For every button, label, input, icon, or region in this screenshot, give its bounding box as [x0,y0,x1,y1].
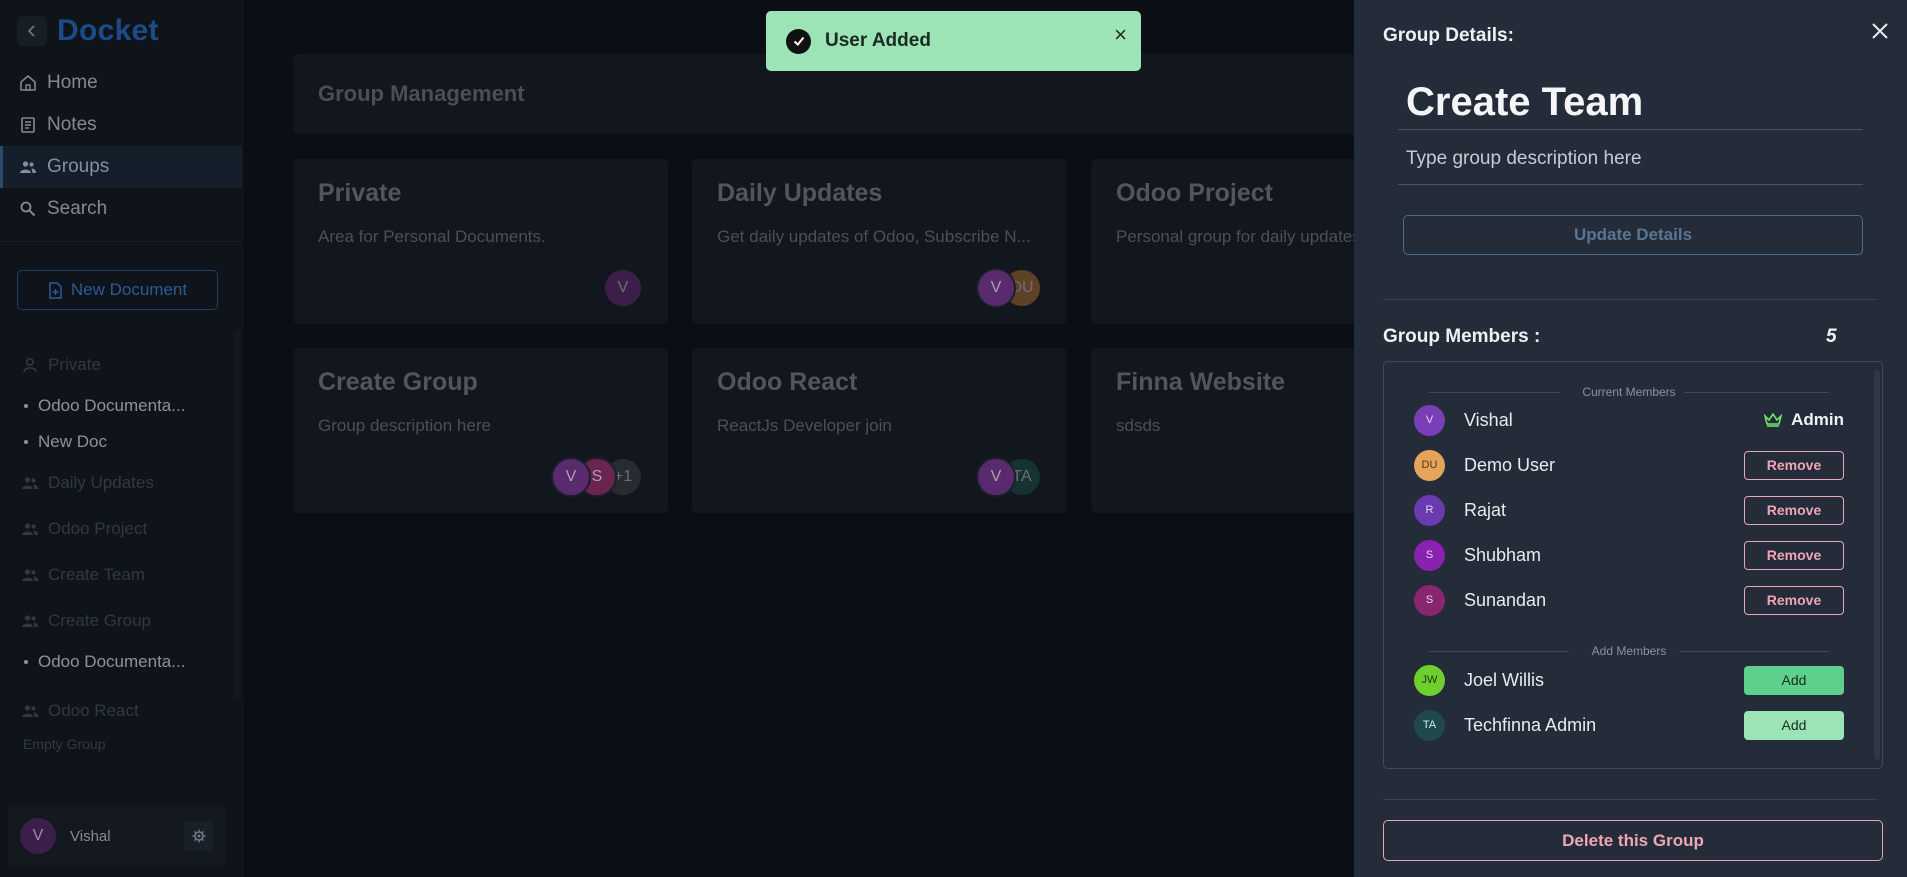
members-heading: Group Members : [1383,326,1541,347]
member-name: Joel Willis [1464,669,1545,690]
avatar: V [1414,404,1445,436]
member-name: Demo User [1464,454,1556,475]
section-divider [1679,651,1829,652]
avatar: S [1414,539,1445,571]
close-icon [1872,23,1888,39]
remove-member-button[interactable]: Remove [1744,540,1844,570]
remove-member-button[interactable]: Remove [1744,495,1844,525]
member-row: TA Techfinna Admin Add [1414,709,1844,741]
member-row: S Shubham Remove [1414,539,1844,571]
admin-badge: Admin [1744,410,1844,430]
crown-icon [1764,413,1783,427]
update-details-button[interactable]: Update Details [1403,215,1863,255]
check-circle-icon [786,28,811,54]
member-row: JW Joel Willis Add [1414,664,1844,696]
avatar: S [1414,584,1445,616]
avatar: V [551,457,591,497]
member-row: DU Demo User Remove [1414,449,1844,481]
avatar: TA [1414,709,1445,741]
member-name: Vishal [1464,409,1513,430]
avatar: R [1414,494,1445,526]
admin-label: Admin [1791,410,1844,429]
member-row: V Vishal Admin [1414,404,1844,436]
group-title-input[interactable]: Create Team [1398,80,1863,130]
avatar: V [976,457,1016,497]
add-member-button[interactable]: Add [1744,665,1844,695]
avatar: V [976,268,1016,308]
remove-member-button[interactable]: Remove [1744,585,1844,615]
avatar: JW [1414,664,1445,696]
member-name: Rajat [1464,499,1507,520]
members-count: 5 [1826,326,1837,347]
member-name: Techfinna Admin [1464,714,1597,735]
member-row: R Rajat Remove [1414,494,1844,526]
member-name: Sunandan [1464,589,1547,610]
add-member-button[interactable]: Add [1744,710,1844,740]
member-name: Shubham [1464,544,1542,565]
remove-member-button[interactable]: Remove [1744,450,1844,480]
modal-backdrop[interactable] [0,0,1354,877]
toast-close-button[interactable]: × [1114,22,1127,48]
delete-group-button[interactable]: Delete this Group [1383,820,1883,861]
members-list: Current Members V Vishal Admin DU Demo U… [1383,361,1883,769]
panel-divider [1383,299,1878,300]
panel-heading: Group Details: [1383,25,1514,46]
toast-notification: User Added × [766,11,1141,71]
panel-divider [1383,799,1878,800]
group-description-input[interactable]: Type group description here [1398,148,1863,185]
close-panel-button[interactable] [1871,18,1889,44]
member-row: S Sunandan Remove [1414,584,1844,616]
group-details-panel: Group Details: Create Team Type group de… [1354,0,1907,877]
members-scrollbar[interactable] [1874,370,1880,760]
section-divider [1684,392,1829,393]
toast-message: User Added [825,30,931,51]
avatar: DU [1414,449,1445,481]
